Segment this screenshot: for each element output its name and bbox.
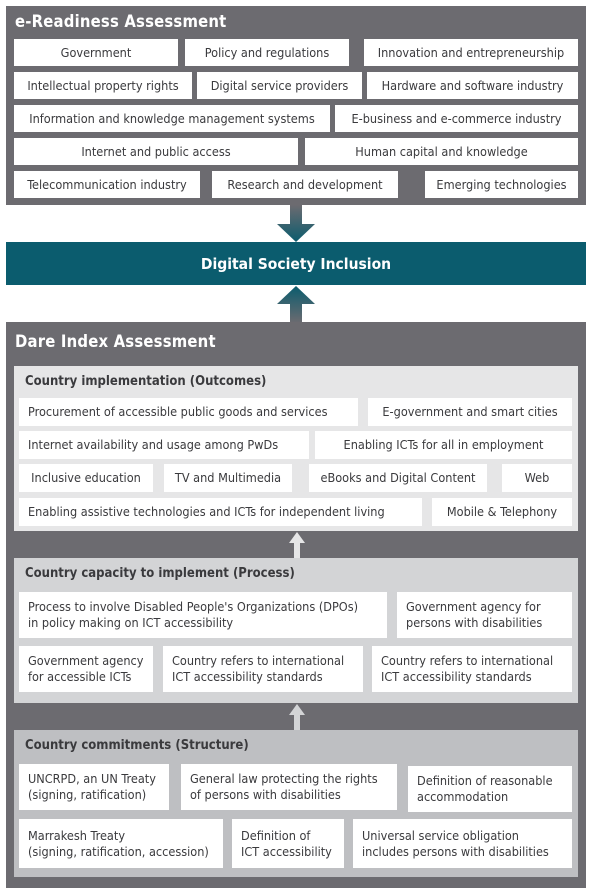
process-label-line: Country refers to international bbox=[172, 653, 345, 668]
outcome-label: TV and Multimedia bbox=[174, 470, 282, 485]
factor-label: Policy and regulations bbox=[204, 44, 330, 60]
factor-label: Government bbox=[60, 44, 132, 60]
factor-box: E-business and e-commerce industry bbox=[335, 105, 578, 132]
banner-label: Digital Society Inclusion bbox=[200, 254, 392, 273]
outcome-box: Web bbox=[502, 464, 572, 492]
outcome-label: Procurement of accessible public goods a… bbox=[28, 404, 328, 419]
process-label-line: persons with disabilities bbox=[406, 615, 543, 630]
outcome-box: TV and Multimedia bbox=[164, 464, 292, 492]
process-box: Government agency for accessible ICTs bbox=[19, 646, 153, 692]
factor-label: Human capital and knowledge bbox=[355, 143, 528, 159]
outcome-label: eBooks and Digital Content bbox=[320, 470, 476, 485]
factor-box: Research and development bbox=[212, 171, 398, 198]
structure-label-line: of persons with disabilities bbox=[190, 787, 341, 802]
outcomes-title: Country implementation (Outcomes) bbox=[25, 374, 267, 389]
structure-label-line: includes persons with disabilities bbox=[362, 843, 549, 859]
structure-label-line: UNCRPD, an UN Treaty bbox=[28, 771, 156, 786]
factor-label: Emerging technologies bbox=[436, 176, 567, 192]
outcome-box: eBooks and Digital Content bbox=[309, 464, 487, 492]
outcome-box: Mobile & Telephony bbox=[432, 498, 572, 526]
factor-box: Emerging technologies bbox=[425, 171, 578, 198]
factor-label: Hardware and software industry bbox=[381, 77, 564, 93]
factor-label: Intellectual property rights bbox=[27, 77, 179, 93]
process-label-line: Government agency for bbox=[406, 599, 541, 614]
factor-label: Telecommunication industry bbox=[27, 176, 187, 192]
arrow-up-icon bbox=[277, 286, 315, 323]
factor-box: Information and knowledge management sys… bbox=[14, 105, 330, 132]
process-box: Process to involve Disabled People's Org… bbox=[19, 592, 387, 638]
process-label-line: for accessible ICTs bbox=[28, 669, 132, 684]
structure-label-line: General law protecting the rights bbox=[190, 771, 378, 786]
outcome-box: Inclusive education bbox=[19, 464, 153, 492]
outcomes-section: Country implementation (Outcomes) Procur… bbox=[14, 366, 578, 531]
factor-box: Innovation and entrepreneurship bbox=[364, 39, 578, 66]
arrow-down-icon bbox=[277, 205, 315, 242]
factor-label: Internet and public access bbox=[81, 143, 231, 159]
process-label-line: Government agency bbox=[28, 653, 144, 668]
arrow-up-icon bbox=[289, 704, 305, 730]
structure-label-line: accommodation bbox=[417, 789, 509, 804]
process-box: Country refers to international ICT acces… bbox=[372, 646, 572, 692]
factor-label: Information and knowledge management sys… bbox=[29, 110, 315, 126]
factor-label: Innovation and entrepreneurship bbox=[377, 44, 565, 60]
ereadiness-title: e-Readiness Assessment bbox=[15, 12, 227, 31]
structure-box: General law protecting the rights of pers… bbox=[181, 764, 397, 810]
ereadiness-panel: e-Readiness Assessment Government Policy… bbox=[6, 6, 586, 205]
outcome-box: Enabling assistive technologies and ICTs… bbox=[19, 498, 422, 526]
factor-box: Government bbox=[14, 39, 178, 66]
outcome-label: Web bbox=[524, 470, 550, 485]
factor-box: Policy and regulations bbox=[185, 39, 349, 66]
structure-label-line: ICT accessibility bbox=[241, 843, 332, 859]
dare-index-title: Dare Index Assessment bbox=[15, 332, 216, 351]
structure-label-line: Definition of reasonable bbox=[417, 773, 553, 788]
process-label-line: Country refers to international bbox=[381, 653, 554, 668]
outcome-label: Internet availability and usage among Pw… bbox=[28, 437, 279, 452]
outcome-box: E-government and smart cities bbox=[368, 398, 572, 426]
factor-box: Hardware and software industry bbox=[367, 72, 578, 99]
outcome-box: Procurement of accessible public goods a… bbox=[19, 398, 358, 426]
process-label-line: ICT accessibility standards bbox=[381, 669, 532, 684]
factor-label: E-business and e-commerce industry bbox=[351, 110, 562, 126]
outcome-box: Enabling ICTs for all in employment bbox=[315, 431, 572, 459]
factor-box: Telecommunication industry bbox=[14, 171, 200, 198]
structure-label-line: (signing, ratification) bbox=[28, 787, 147, 802]
process-box: Country refers to international ICT acces… bbox=[163, 646, 363, 692]
process-section: Country capacity to implement (Process) … bbox=[14, 558, 578, 703]
outcome-label: Inclusive education bbox=[31, 470, 141, 485]
structure-box: UNCRPD, an UN Treaty (signing, ratificati… bbox=[19, 764, 169, 810]
structure-box: Universal service obligation includes per… bbox=[353, 819, 572, 868]
structure-box: Marrakesh Treaty (signing, ratification, … bbox=[19, 819, 223, 868]
structure-label-line: (signing, ratification, accession) bbox=[28, 843, 209, 859]
factor-box: Digital service providers bbox=[197, 72, 362, 99]
factor-box: Intellectual property rights bbox=[14, 72, 192, 99]
outcome-label: Enabling assistive technologies and ICTs… bbox=[28, 504, 385, 519]
structure-box: Definition of reasonable accommodation bbox=[408, 766, 572, 812]
structure-section: Country commitments (Structure) UNCRPD, … bbox=[14, 730, 578, 877]
process-title: Country capacity to implement (Process) bbox=[25, 566, 295, 581]
structure-label-line: Definition of bbox=[241, 827, 311, 843]
process-label-line: in policy making on ICT accessibility bbox=[28, 615, 234, 630]
structure-label-line: Marrakesh Treaty bbox=[28, 827, 126, 843]
outcome-box: Internet availability and usage among Pw… bbox=[19, 431, 309, 459]
structure-title: Country commitments (Structure) bbox=[25, 738, 249, 753]
factor-label: Digital service providers bbox=[210, 77, 349, 93]
outcome-label: Enabling ICTs for all in employment bbox=[343, 437, 544, 452]
factor-box: Internet and public access bbox=[14, 138, 298, 165]
arrow-up-icon bbox=[289, 532, 305, 558]
digital-society-inclusion-banner: Digital Society Inclusion bbox=[6, 242, 586, 285]
structure-box: Definition of ICT accessibility bbox=[232, 819, 344, 868]
structure-label-line: Universal service obligation bbox=[362, 827, 519, 843]
factor-box: Human capital and knowledge bbox=[305, 138, 578, 165]
process-box: Government agency for persons with disabi… bbox=[397, 592, 572, 638]
process-label-line: Process to involve Disabled People's Org… bbox=[28, 599, 359, 614]
process-label-line: ICT accessibility standards bbox=[172, 669, 323, 684]
factor-label: Research and development bbox=[227, 176, 383, 192]
outcome-label: E-government and smart cities bbox=[382, 404, 558, 419]
outcome-label: Mobile & Telephony bbox=[446, 504, 558, 519]
